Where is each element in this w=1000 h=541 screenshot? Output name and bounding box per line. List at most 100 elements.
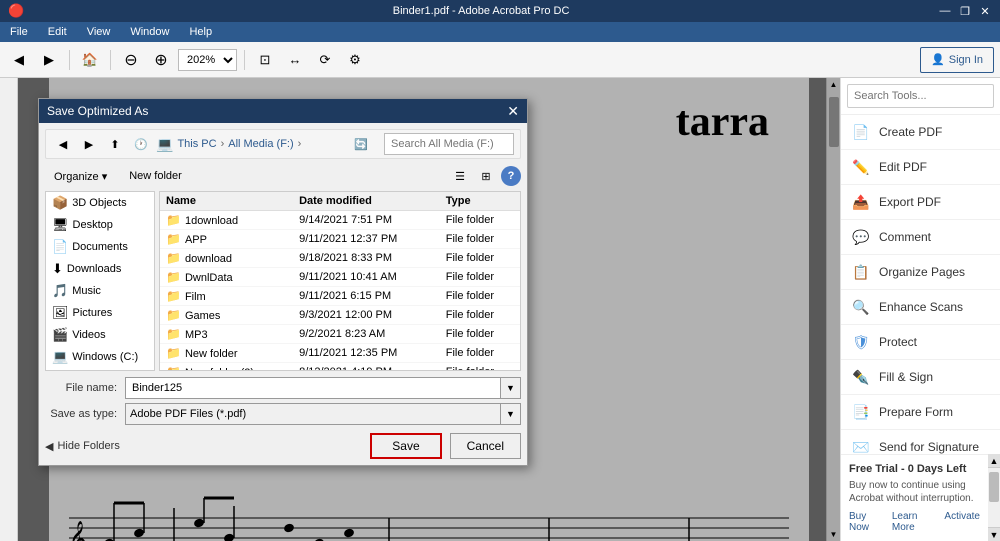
tool-icon: 🔍 [851, 297, 871, 317]
nav-forward-button[interactable]: ▶ [78, 133, 100, 155]
tool-label: Export PDF [879, 195, 941, 209]
filename-label: File name: [45, 382, 125, 394]
table-row[interactable]: 📁APP 9/11/2021 12:37 PM File folder [160, 230, 520, 249]
filename-dropdown[interactable]: ▼ [501, 377, 521, 399]
col-name[interactable]: Name [160, 192, 293, 211]
downloads-icon: ⬇ [52, 261, 63, 277]
table-row[interactable]: 📁New folder 9/11/2021 12:35 PM File fold… [160, 344, 520, 363]
save-dialog: Save Optimized As ✕ ◀ ▶ ⬆ 🕐 💻 This PC › [38, 98, 528, 466]
tool-item[interactable]: ✉️ Send for Signature [841, 430, 1000, 454]
tool-item[interactable]: ✒️ Fill & Sign [841, 360, 1000, 395]
sidebar-item-videos[interactable]: 🎬 Videos [46, 324, 154, 346]
col-type[interactable]: Type [440, 192, 520, 211]
file-date-cell: 9/14/2021 7:51 PM [293, 211, 440, 230]
fit-page-button[interactable]: ⊡ [252, 47, 278, 73]
tool-item[interactable]: 📤 Export PDF [841, 185, 1000, 220]
tool-icon: 💬 [851, 227, 871, 247]
organize-button[interactable]: Organize ▾ [45, 165, 116, 187]
zoom-out-button[interactable]: ⊖ [118, 47, 144, 73]
window-controls: — ❐ ✕ [938, 4, 992, 18]
table-row[interactable]: 📁Film 9/11/2021 6:15 PM File folder [160, 287, 520, 306]
col-date[interactable]: Date modified [293, 192, 440, 211]
file-name-cell: 📁APP [160, 230, 293, 249]
rotate-button[interactable]: ⟳ [312, 47, 338, 73]
maximize-button[interactable]: ❐ [958, 4, 972, 18]
tool-item[interactable]: 💬 Comment [841, 220, 1000, 255]
tool-icon: 📑 [851, 402, 871, 422]
filename-input[interactable] [125, 377, 501, 399]
table-row[interactable]: 📁MP3 9/2/2021 8:23 AM File folder [160, 325, 520, 344]
sidebar-item-pictures[interactable]: 🖼 Pictures [46, 302, 154, 324]
view-details-button[interactable]: ⊞ [475, 165, 497, 187]
tool-item[interactable]: 📋 Organize Pages [841, 255, 1000, 290]
view-toggle-button[interactable]: ☰ [449, 165, 471, 187]
table-row[interactable]: 📁1download 9/14/2021 7:51 PM File folder [160, 211, 520, 230]
tool-item[interactable]: 🛡 Protect [841, 325, 1000, 360]
file-name-cell: 📁New folder [160, 344, 293, 363]
nav-refresh-button[interactable]: 🔄 [350, 133, 372, 155]
nav-path-all-media[interactable]: All Media (F:) [228, 138, 293, 150]
right-scroll-thumb[interactable] [989, 472, 999, 502]
tools-search-input[interactable] [847, 84, 994, 108]
nav-up-button[interactable]: ⬆ [104, 133, 126, 155]
learn-more-link[interactable]: Learn More [892, 511, 937, 533]
table-row[interactable]: 📁DwnlData 9/11/2021 10:41 AM File folder [160, 268, 520, 287]
menu-help[interactable]: Help [185, 25, 216, 39]
file-date-cell: 9/11/2021 6:15 PM [293, 287, 440, 306]
sidebar-item-projects-e[interactable]: 📁 Projects (E:) [46, 368, 154, 371]
minimize-button[interactable]: — [938, 4, 952, 18]
close-button[interactable]: ✕ [978, 4, 992, 18]
save-button[interactable]: Save [370, 433, 441, 459]
activate-link[interactable]: Activate [944, 511, 980, 533]
separator3 [244, 50, 245, 70]
help-button[interactable]: ? [501, 166, 521, 186]
tool-item[interactable]: 📑 Prepare Form [841, 395, 1000, 430]
sidebar-item-music[interactable]: 🎵 Music [46, 280, 154, 302]
table-row[interactable]: 📁New folder (2) 8/12/2021 4:19 PM File f… [160, 363, 520, 372]
right-scroll-down[interactable]: ▼ [988, 527, 1000, 541]
right-scroll-up[interactable]: ▲ [988, 454, 1000, 468]
back-button[interactable]: ◀ [6, 47, 32, 73]
tool-item[interactable]: ✏️ Edit PDF [841, 150, 1000, 185]
file-sidebar: 📦 3D Objects 🖥 Desktop 📄 Documents [45, 191, 155, 371]
file-type-cell: File folder [440, 287, 520, 306]
hide-folders-button[interactable]: ◀ Hide Folders [45, 440, 120, 453]
sidebar-item-3d[interactable]: 📦 3D Objects [46, 192, 154, 214]
file-name-cell: 📁Games [160, 306, 293, 325]
search-input[interactable] [384, 133, 514, 155]
sidebar-label: Music [72, 285, 101, 297]
menu-window[interactable]: Window [126, 25, 173, 39]
zoom-in-button[interactable]: ⊕ [148, 47, 174, 73]
nav-recent-button[interactable]: 🕐 [130, 133, 152, 155]
sidebar-item-downloads[interactable]: ⬇ Downloads [46, 258, 154, 280]
main-area: tarra [0, 78, 1000, 541]
sign-in-button[interactable]: 👤 Sign In [920, 47, 994, 73]
menu-edit[interactable]: Edit [44, 25, 71, 39]
tool-item[interactable]: 📄 Create PDF [841, 115, 1000, 150]
dialog-buttons-row: ◀ Hide Folders Save Cancel [45, 433, 521, 459]
buy-now-link[interactable]: Buy Now [849, 511, 884, 533]
menu-file[interactable]: File [6, 25, 32, 39]
zoom-selector[interactable]: 202% 100% 150% [178, 49, 237, 71]
tool-item[interactable]: 🔍 Enhance Scans [841, 290, 1000, 325]
fit-width-button[interactable]: ↔ [282, 47, 308, 73]
nav-path-this-pc[interactable]: This PC [177, 138, 216, 150]
chevron-left-icon: ◀ [45, 440, 53, 453]
table-row[interactable]: 📁download 9/18/2021 8:33 PM File folder [160, 249, 520, 268]
sidebar-item-windows-c[interactable]: 💻 Windows (C:) [46, 346, 154, 368]
sidebar-item-desktop[interactable]: 🖥 Desktop [46, 214, 154, 236]
new-folder-button[interactable]: New folder [120, 165, 191, 187]
cancel-button[interactable]: Cancel [450, 433, 521, 459]
tools-button[interactable]: ⚙ [342, 47, 368, 73]
home-button[interactable]: 🏠 [77, 47, 103, 73]
sidebar-item-documents[interactable]: 📄 Documents [46, 236, 154, 258]
table-row[interactable]: 📁Games 9/3/2021 12:00 PM File folder [160, 306, 520, 325]
nav-back-button[interactable]: ◀ [52, 133, 74, 155]
forward-button[interactable]: ▶ [36, 47, 62, 73]
tool-icon: ✒️ [851, 367, 871, 387]
menu-view[interactable]: View [83, 25, 115, 39]
file-type-cell: File folder [440, 249, 520, 268]
dialog-close-button[interactable]: ✕ [507, 103, 519, 120]
right-panel-scrollbar[interactable]: ▲ ▼ [988, 454, 1000, 541]
saveas-dropdown[interactable]: ▼ [501, 403, 521, 425]
